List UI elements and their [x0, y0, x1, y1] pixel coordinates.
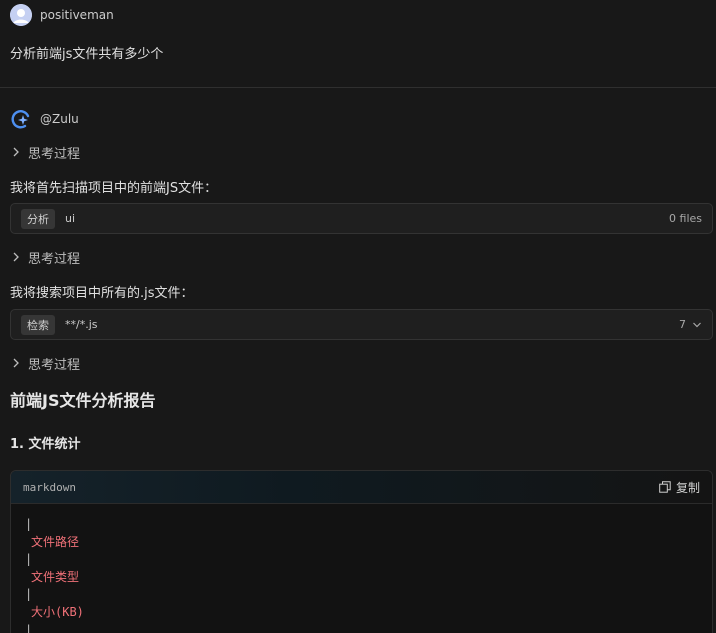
report-title: 前端JS文件分析报告: [10, 391, 156, 410]
code-line: 文件路径: [31, 534, 80, 549]
code-block-header: markdown 复制: [11, 471, 712, 504]
thinking-label: 思考过程: [28, 251, 81, 267]
user-avatar[interactable]: [10, 4, 32, 26]
copy-icon: [659, 481, 671, 493]
tool-result[interactable]: 7: [679, 318, 702, 331]
assistant-text-2: 我将搜索项目中所有的.js文件：: [10, 286, 194, 301]
tool-result-count: 0 files: [669, 212, 702, 225]
code-line: |: [25, 622, 33, 633]
tool-tag: 分析: [21, 208, 55, 229]
assistant-text-1: 我将首先扫描项目中的前端JS文件：: [10, 181, 218, 196]
user-name: positiveman: [40, 8, 114, 22]
thinking-toggle-3[interactable]: 思考过程: [10, 353, 80, 373]
thinking-toggle-1[interactable]: 思考过程: [10, 142, 80, 162]
tool-argument: **/*.js: [65, 318, 98, 331]
chevron-right-icon: [13, 358, 19, 368]
user-icon: [10, 4, 32, 26]
tool-argument: ui: [65, 212, 76, 225]
code-line: |: [25, 552, 33, 567]
tool-call-search[interactable]: 检索 **/*.js 7: [10, 309, 713, 340]
thinking-toggle-2[interactable]: 思考过程: [10, 247, 80, 267]
user-message: 分析前端js文件共有多少个: [10, 47, 164, 62]
copy-button[interactable]: 复制: [659, 479, 700, 496]
code-language: markdown: [23, 480, 76, 494]
zulu-logo-icon: [11, 110, 30, 129]
thinking-label: 思考过程: [28, 357, 81, 373]
bot-name: @Zulu: [40, 112, 79, 126]
chevron-right-icon: [13, 252, 19, 262]
user-header: positiveman: [10, 4, 114, 26]
tool-tag: 检索: [21, 314, 55, 335]
code-block: markdown 复制 | 文件路径 | 文件类型 | 大小(KB) |: [10, 470, 713, 633]
tool-result-count: 7: [679, 318, 686, 331]
tool-result: 0 files: [669, 212, 702, 225]
copy-label: 复制: [675, 480, 700, 495]
message-separator: [0, 87, 716, 88]
bot-header: @Zulu: [10, 108, 79, 130]
code-line: |: [25, 587, 33, 602]
code-line: 大小(KB): [31, 604, 84, 619]
code-content: | 文件路径 | 文件类型 | 大小(KB) |: [11, 504, 712, 633]
chevron-down-icon: [693, 322, 701, 327]
chevron-right-icon: [13, 147, 19, 157]
thinking-label: 思考过程: [28, 146, 81, 162]
code-line: 文件类型: [31, 569, 80, 584]
tool-call-analyze[interactable]: 分析 ui 0 files: [10, 203, 713, 234]
code-line: |: [25, 517, 33, 531]
report-section-heading: 1. 文件统计: [10, 437, 81, 452]
